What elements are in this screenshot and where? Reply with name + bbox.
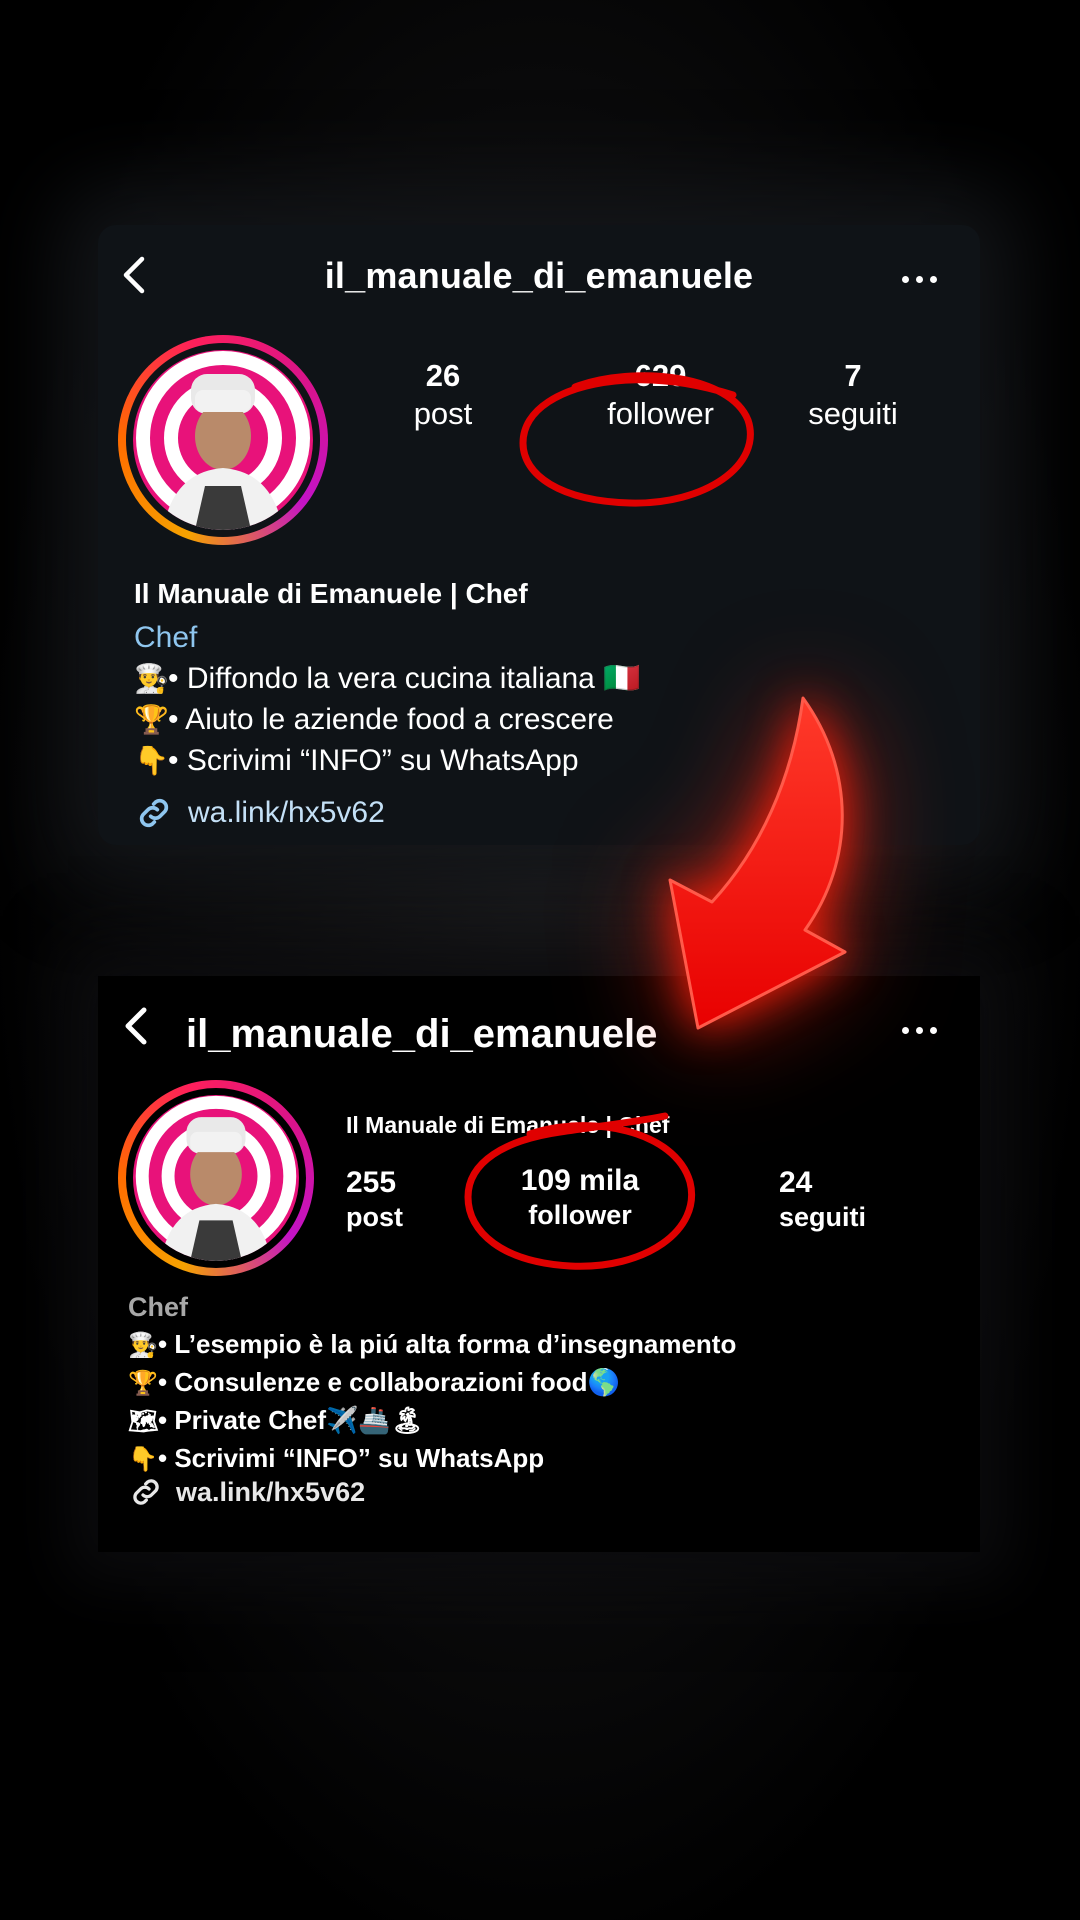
more-options-icon[interactable] <box>902 1027 937 1034</box>
link-text[interactable]: wa.link/hx5v62 <box>188 796 385 830</box>
stat-posts[interactable]: 26 post <box>383 358 503 432</box>
bio-line: 👨‍🍳• Diffondo la vera cucina italiana 🇮🇹 <box>134 658 641 699</box>
stat-following[interactable]: 7 seguiti <box>798 358 908 432</box>
avatar[interactable] <box>118 335 328 545</box>
chef-emoji-icon: 👨‍🍳 <box>128 1332 158 1359</box>
link-icon <box>139 798 169 828</box>
profile-photo <box>133 350 313 530</box>
profile-username: il_manuale_di_emanuele <box>324 255 754 296</box>
avatar[interactable] <box>118 1080 314 1276</box>
profile-bio: 👨‍🍳• L’esempio è la piú alta forma d’ins… <box>128 1326 736 1478</box>
pointing-down-emoji-icon: 👇 <box>128 1446 158 1473</box>
posts-count: 255 <box>346 1166 397 1199</box>
following-label: seguiti <box>779 1202 867 1232</box>
chef-emoji-icon: 👨‍🍳 <box>134 663 169 694</box>
profile-full-name: Il Manuale di Emanuele | Chef <box>346 1112 670 1138</box>
bio-line: 👨‍🍳• L’esempio è la piú alta forma d’ins… <box>128 1326 736 1364</box>
stat-followers[interactable]: 629 follower <box>578 358 743 432</box>
profile-category: Chef <box>128 1292 188 1322</box>
bio-line: 🏆• Consulenze e collaborazioni food🌎 <box>128 1364 736 1402</box>
trophy-emoji-icon: 🏆 <box>128 1370 158 1397</box>
stat-posts[interactable]: 255 post <box>346 1166 403 1233</box>
posts-label: post <box>346 1202 403 1232</box>
profile-card-before: il_manuale_di_emanuele 26 post 629 follo… <box>98 225 980 845</box>
italy-flag-icon: 🇮🇹 <box>603 662 641 695</box>
link-text[interactable]: wa.link/hx5v62 <box>176 1477 365 1508</box>
bio-line: 🏆• Aiuto le aziende food a crescere <box>134 699 641 740</box>
stat-followers[interactable]: 109 mila follower <box>500 1164 660 1231</box>
profile-full-name: Il Manuale di Emanuele | Chef <box>134 578 528 609</box>
trophy-emoji-icon: 🏆 <box>134 704 169 735</box>
followers-count: 109 mila <box>520 1164 640 1197</box>
profile-link[interactable]: wa.link/hx5v62 <box>134 793 385 833</box>
posts-label: post <box>413 396 473 431</box>
following-count: 24 <box>779 1166 813 1199</box>
profile-link[interactable]: wa.link/hx5v62 <box>128 1474 365 1510</box>
profile-category: Chef <box>134 621 198 654</box>
bio-line: 🗺• Private Chef✈️🚢🏝 <box>128 1402 736 1440</box>
followers-label: follower <box>607 396 714 431</box>
link-icon <box>133 1479 159 1505</box>
followers-count: 629 <box>634 358 687 393</box>
map-emoji-icon: 🗺 <box>128 1408 159 1435</box>
followers-label: follower <box>528 1200 632 1230</box>
profile-photo <box>133 1095 299 1261</box>
profile-card-after: il_manuale_di_emanuele Il Manuale di Ema… <box>98 976 980 1552</box>
pointing-down-emoji-icon: 👇 <box>134 745 169 776</box>
profile-bio: 👨‍🍳• Diffondo la vera cucina italiana 🇮🇹… <box>134 658 641 781</box>
posts-count: 26 <box>425 358 461 393</box>
profile-username: il_manuale_di_emanuele <box>186 1012 658 1056</box>
back-icon[interactable] <box>118 1006 158 1046</box>
following-label: seguiti <box>808 396 898 431</box>
following-count: 7 <box>844 358 862 393</box>
stat-following[interactable]: 24 seguiti <box>779 1166 866 1233</box>
bio-line: 👇• Scrivimi “INFO” su WhatsApp <box>134 740 641 781</box>
bio-line: 👇• Scrivimi “INFO” su WhatsApp <box>128 1440 736 1478</box>
more-options-icon[interactable] <box>902 276 937 283</box>
